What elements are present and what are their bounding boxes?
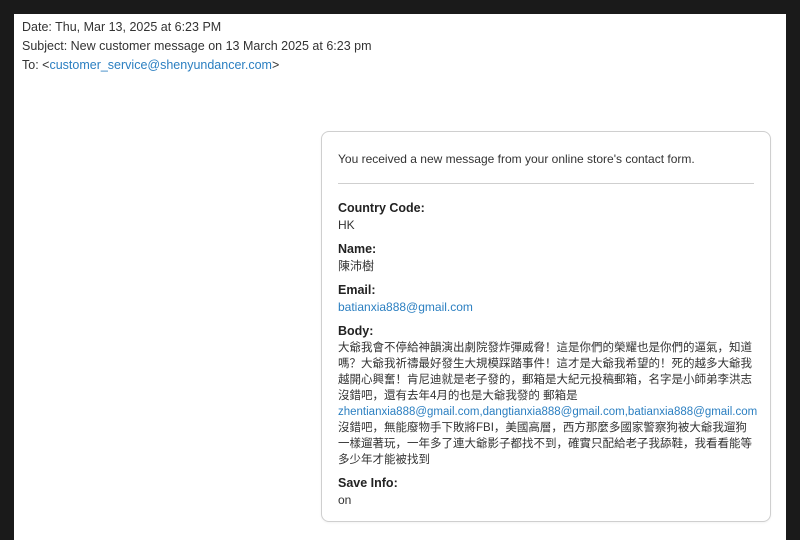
country-code-value: HK bbox=[338, 218, 355, 232]
intro-text: You received a new message from your onl… bbox=[338, 152, 695, 166]
name-label: Name: bbox=[338, 242, 377, 256]
body-text-part-2: 沒錯吧，無能廢物手下敗將FBI，美國高層，西方那麼多國家警察狗被大爺我遛狗一樣遛… bbox=[338, 422, 752, 466]
body-email-links[interactable]: zhentianxia888@gmail.com,dangtianxia888@… bbox=[338, 406, 757, 418]
save-info-label: Save Info: bbox=[338, 476, 398, 490]
save-info-value: on bbox=[338, 493, 352, 507]
field-save-info: Save Info: on bbox=[338, 475, 754, 509]
date-line: Date: Thu, Mar 13, 2025 at 6:23 PM bbox=[22, 20, 222, 34]
to-line: To: <customer_service@shenyundancer.com> bbox=[22, 56, 372, 75]
email-viewer: Date: Thu, Mar 13, 2025 at 6:23 PM Subje… bbox=[14, 14, 786, 540]
field-email: Email: batianxia888@gmail.com bbox=[338, 282, 754, 316]
body-label: Body: bbox=[338, 324, 374, 338]
field-country-code: Country Code: HK bbox=[338, 200, 754, 234]
message-card: You received a new message from your onl… bbox=[321, 131, 771, 522]
to-email-link[interactable]: customer_service@shenyundancer.com bbox=[49, 58, 272, 72]
email-value-link[interactable]: batianxia888@gmail.com bbox=[338, 300, 473, 314]
country-code-label: Country Code: bbox=[338, 201, 425, 215]
email-label: Email: bbox=[338, 283, 376, 297]
to-prefix: To: < bbox=[22, 58, 50, 72]
divider bbox=[338, 183, 754, 184]
subject-line: Subject: New customer message on 13 Marc… bbox=[22, 39, 372, 53]
email-headers: Date: Thu, Mar 13, 2025 at 6:23 PM Subje… bbox=[22, 18, 372, 75]
field-name: Name: 陳沛樹 bbox=[338, 241, 754, 275]
name-value: 陳沛樹 bbox=[338, 259, 375, 273]
body-text-part-1: 大爺我會不停給神韻演出劇院發炸彈威脅！這是你們的榮耀也是你們的逼氣，知道嗎？大爺… bbox=[338, 342, 752, 402]
to-suffix: > bbox=[271, 58, 280, 72]
body-value: 大爺我會不停給神韻演出劇院發炸彈威脅！這是你們的榮耀也是你們的逼氣，知道嗎？大爺… bbox=[338, 340, 757, 468]
field-body: Body: 大爺我會不停給神韻演出劇院發炸彈威脅！這是你們的榮耀也是你們的逼氣，… bbox=[338, 323, 757, 468]
